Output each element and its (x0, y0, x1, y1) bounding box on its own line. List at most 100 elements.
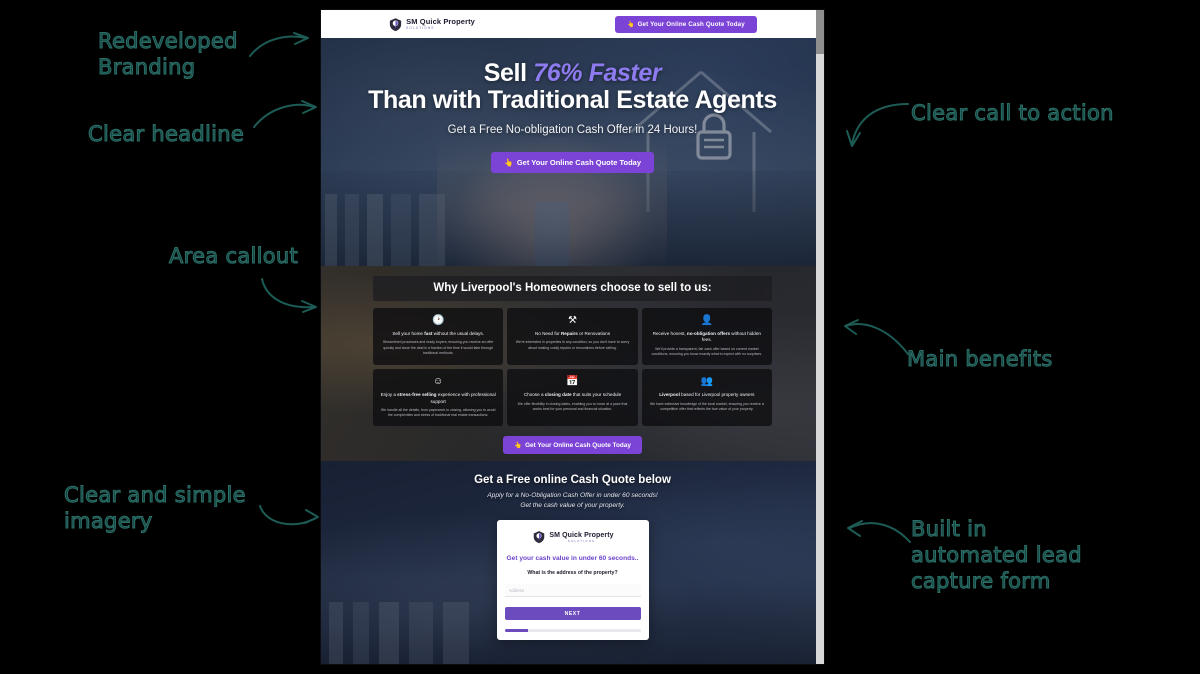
benefit-title-post: without the usual delays. (432, 331, 484, 336)
form-next-button[interactable]: NEXT (504, 607, 641, 620)
person-check-icon: 👤 (700, 315, 714, 326)
benefit-card: 👤 Receive honest, no-obligation offers w… (641, 308, 772, 366)
benefit-title-bold: Liverpool (659, 392, 680, 398)
form-question: What is the address of the property? (527, 570, 618, 576)
form-progress-bar (504, 629, 641, 632)
hero-headline-part2: Than with Traditional Estate Agents (368, 86, 777, 114)
benefit-title-bold: closing date (544, 392, 572, 398)
benefit-card: ⚒ No Need for Repairs or Renovations We'… (507, 308, 638, 366)
benefit-title-bold: no-obligation offers (686, 331, 731, 336)
benefits-cta-button[interactable]: 👆 Get Your Online Cash Quote Today (503, 436, 642, 455)
annotation-lead-capture: Built in automated lead capture form (911, 517, 1083, 594)
header-cta-button[interactable]: 👆 Get Your Online Cash Quote Today (614, 15, 757, 33)
benefit-card: 🕑 Sell your home fast without the usual … (373, 308, 504, 366)
benefit-card-body: We'll provide a transparent, fair cash o… (651, 346, 763, 357)
hero-headline: Sell 76% Faster Than with Traditional Es… (361, 60, 784, 114)
hero-headline-accent: 76% Faster (533, 59, 662, 87)
annotation-clear-cta: Clear call to action (911, 101, 1114, 126)
benefit-card-title: Choose a closing date that suits your sc… (514, 392, 630, 398)
annotation-redeveloped-branding: Redeveloped Branding (98, 29, 238, 80)
address-input[interactable] (504, 584, 641, 597)
form-brand-name: SM Quick Property (549, 532, 614, 539)
benefits-card-grid: 🕑 Sell your home fast without the usual … (373, 308, 772, 427)
lead-capture-form: SM Quick Property SOLUTIONS Get your cas… (496, 520, 649, 640)
annotation-clear-imagery: Clear and simple imagery (64, 483, 247, 534)
benefit-card: ☺ Enjoy a stress-free selling experience… (373, 369, 504, 427)
shield-location-pin-icon (531, 530, 546, 545)
form-brand-subtitle: SOLUTIONS (567, 539, 596, 543)
hero-content: Sell 76% Faster Than with Traditional Es… (321, 38, 824, 173)
benefit-card-body: We offer flexibility in closing dates, e… (517, 401, 628, 411)
hero-cta-label: Get Your Online Cash Quote Today (516, 158, 642, 167)
benefits-cta-label: Get Your Online Cash Quote Today (525, 441, 631, 449)
benefit-title-pre: Choose a (523, 392, 545, 398)
benefits-cta-wrapper: 👆 Get Your Online Cash Quote Today (373, 434, 772, 455)
hero-subheadline: Get a Free No-obligation Cash Offer in 2… (447, 124, 698, 136)
form-logo: SM Quick Property SOLUTIONS (505, 530, 641, 545)
benefit-title-post: experience with professional support (430, 392, 496, 404)
quote-title: Get a Free online Cash Quote below (474, 474, 671, 486)
benefit-card-body: Streamlined processes and ready buyers, … (382, 340, 494, 355)
site-logo[interactable]: SM Quick Property SOLUTIONS (388, 17, 475, 32)
benefit-card-title: Enjoy a stress-free selling experience w… (380, 392, 496, 405)
benefits-title: Why Liverpool's Homeowners choose to sel… (373, 276, 772, 301)
calendar-icon: 📅 (566, 376, 579, 388)
tools-icon: ⚒ (568, 315, 577, 326)
brand-text: SM Quick Property SOLUTIONS (406, 18, 475, 30)
site-header: SM Quick Property SOLUTIONS 👆 Get Your O… (321, 10, 824, 38)
benefit-card-title: Receive honest, no-obligation offers wit… (649, 331, 765, 344)
shield-location-pin-icon (388, 17, 403, 32)
form-heading: Get your cash value in under 60 seconds.… (506, 555, 639, 562)
form-brand-text: SM Quick Property SOLUTIONS (549, 532, 613, 543)
screenshot-stage: Redeveloped Branding Clear headline Area… (0, 0, 1200, 674)
clock-icon: 🕑 (431, 315, 445, 326)
annotation-arrow-imagery (258, 500, 324, 530)
benefit-title-pre: Enjoy a (380, 392, 398, 398)
quote-line-2: Get the cash value of your property. (520, 502, 625, 509)
annotation-arrow-branding (248, 32, 314, 60)
benefit-card-body: We're interested in properties in any co… (515, 340, 630, 350)
form-progress-fill (504, 629, 528, 632)
annotation-arrow-lead (846, 518, 912, 550)
benefit-card-title: Sell your home fast without the usual de… (380, 331, 496, 337)
benefit-title-bold: stress-free selling (397, 392, 437, 398)
quote-content: Get a Free online Cash Quote below Apply… (321, 461, 824, 640)
brand-name: SM Quick Property (406, 17, 475, 27)
annotation-main-benefits: Main benefits (907, 347, 1053, 372)
cursor-click-icon: 👆 (626, 21, 635, 28)
benefit-title-post: based for Liverpool property owners (679, 392, 755, 398)
hero-cta-button[interactable]: 👆 Get Your Online Cash Quote Today (490, 152, 655, 173)
benefits-content: Why Liverpool's Homeowners choose to sel… (321, 266, 824, 455)
hero-headline-part1: Sell (483, 59, 527, 87)
quote-section: Get a Free online Cash Quote below Apply… (321, 461, 824, 664)
benefit-card-body: We have extensive knowledge of the local… (649, 401, 764, 411)
benefit-card-title: Liverpool based for Liverpool property o… (649, 392, 765, 398)
hero-cta-wrapper: 👆 Get Your Online Cash Quote Today (361, 152, 784, 173)
browser-window: SM Quick Property SOLUTIONS 👆 Get Your O… (321, 10, 824, 664)
quote-line-1: Apply for a No-Obligation Cash Offer in … (487, 492, 658, 499)
benefits-section: Why Liverpool's Homeowners choose to sel… (321, 266, 824, 461)
benefit-title-post: or Renovations (577, 331, 611, 336)
cursor-click-icon: 👆 (503, 158, 514, 167)
header-cta-label: Get Your Online Cash Quote Today (637, 20, 745, 28)
annotation-arrow-headline (252, 99, 322, 131)
annotation-arrow-area (258, 277, 320, 313)
benefit-title-pre: Sell your home (392, 331, 425, 336)
hero-section: Sell 76% Faster Than with Traditional Es… (321, 38, 824, 266)
annotation-arrow-benefits (842, 316, 912, 358)
people-group-icon: 👥 (700, 376, 714, 388)
annotation-arrow-cta (846, 100, 910, 150)
annotation-clear-headline: Clear headline (87, 122, 245, 147)
brand-subtitle: SOLUTIONS (406, 25, 435, 30)
benefit-title-pre: Receive honest, (652, 331, 687, 336)
benefit-title-post: that suits your schedule (571, 392, 622, 398)
benefit-title-bold: Repairs (560, 331, 578, 336)
cursor-click-icon: 👆 (514, 442, 523, 450)
benefit-title-pre: No Need for (534, 331, 561, 336)
smiley-icon: ☺ (433, 376, 444, 388)
benefit-card: 👥 Liverpool based for Liverpool property… (641, 369, 772, 427)
benefit-card-body: We handle all the details, from paperwor… (380, 408, 496, 418)
benefit-card-title: No Need for Repairs or Renovations (514, 331, 630, 337)
benefit-card: 📅 Choose a closing date that suits your … (507, 369, 638, 427)
annotation-area-callout: Area callout (168, 244, 299, 269)
